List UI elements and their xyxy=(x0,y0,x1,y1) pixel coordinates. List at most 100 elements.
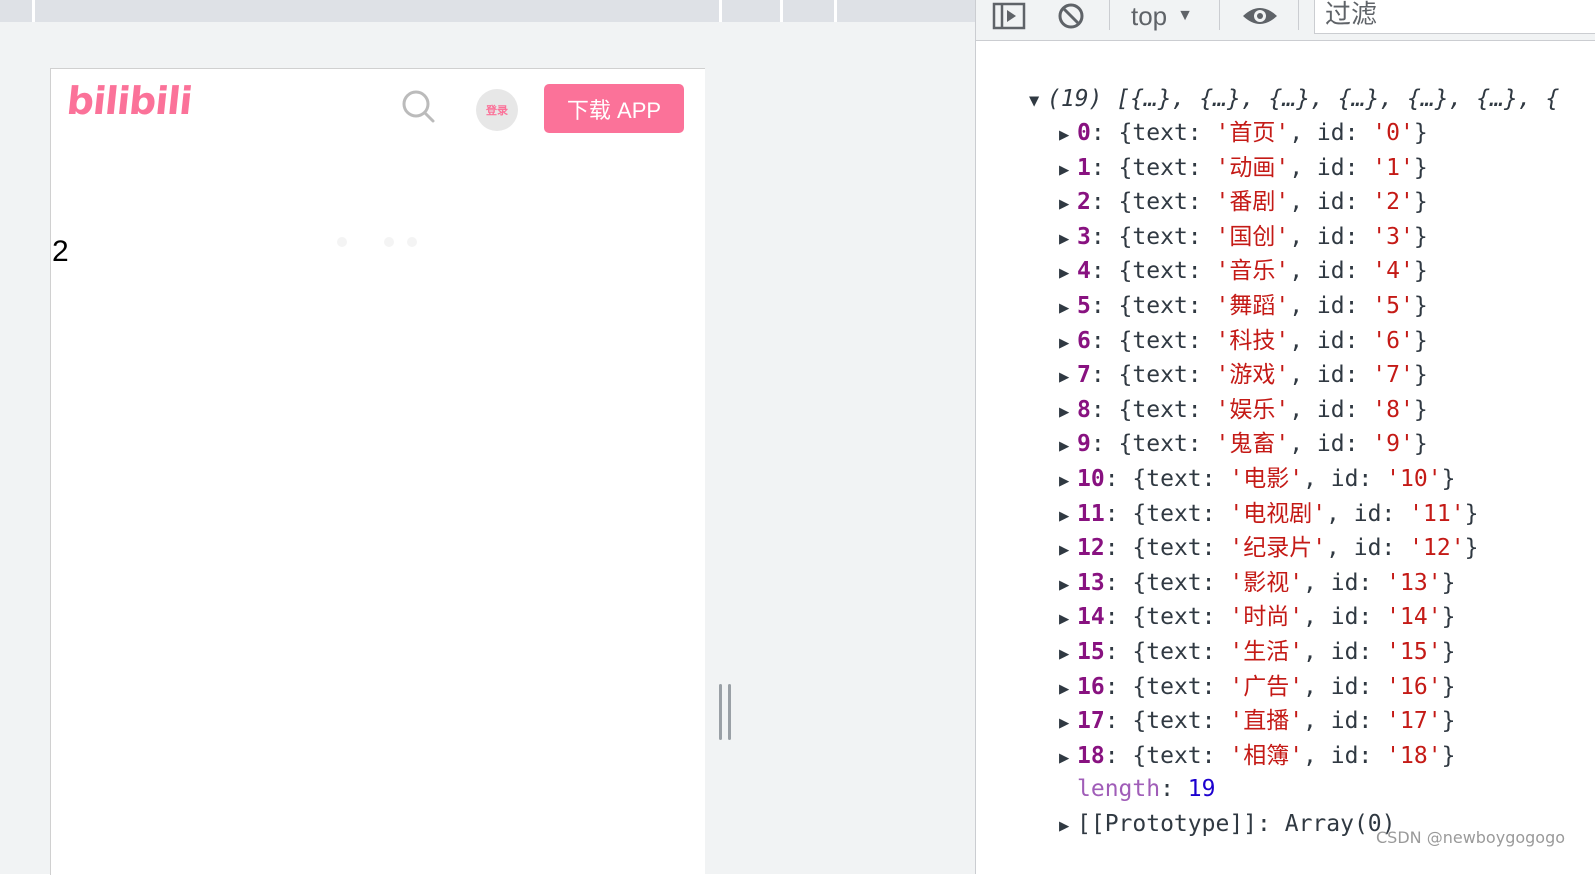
item-id: 10 xyxy=(1400,466,1428,492)
tab-strip xyxy=(0,0,975,22)
loading-dot xyxy=(337,237,347,247)
item-text: 舞蹈 xyxy=(1229,293,1276,319)
site-header: bilibili 登录 下载 APP xyxy=(51,69,705,149)
triangle-right-icon: ▶ xyxy=(1059,540,1070,561)
console-output: ▼ (19) [{…}, {…}, {…}, {…}, {…}, {…}, { ▶… xyxy=(976,40,1595,874)
triangle-right-icon: ▶ xyxy=(1059,678,1070,699)
triangle-right-icon: ▶ xyxy=(1059,263,1070,284)
tab-separator xyxy=(719,0,722,22)
triangle-right-icon: ▶ xyxy=(1059,194,1070,215)
item-text: 广告 xyxy=(1243,673,1290,700)
item-id: 11 xyxy=(1423,500,1451,527)
item-id: 9 xyxy=(1386,431,1401,458)
item-id: 14 xyxy=(1400,604,1428,631)
array-item-row[interactable]: ▶ 6: {text: '科技', id: '6'} xyxy=(1059,326,1428,358)
download-app-button[interactable]: 下载 APP xyxy=(544,84,684,133)
array-item-row[interactable]: ▶ 3: {text: '国创', id: '3'} xyxy=(1059,222,1428,254)
item-id: 2 xyxy=(1386,189,1401,216)
item-text: 鬼畜 xyxy=(1229,431,1276,458)
triangle-right-icon: ▶ xyxy=(1059,401,1070,422)
item-index: 1 xyxy=(1077,154,1091,181)
triangle-right-icon: ▶ xyxy=(1059,367,1070,388)
triangle-right-icon: ▶ xyxy=(1059,159,1070,180)
array-item-row[interactable]: ▶ 12: {text: '纪录片', id: '12'} xyxy=(1059,533,1478,565)
array-item-row[interactable]: ▶ 7: {text: '游戏', id: '7'} xyxy=(1059,360,1428,392)
item-text: 首页 xyxy=(1229,120,1276,146)
item-text: 科技 xyxy=(1229,327,1276,354)
array-item-row[interactable]: ▶ 11: {text: '电视剧', id: '11'} xyxy=(1059,499,1478,531)
item-id: 6 xyxy=(1386,327,1401,354)
array-item-row[interactable]: ▶ 2: {text: '番剧', id: '2'} xyxy=(1059,187,1428,219)
item-id: 4 xyxy=(1386,258,1401,285)
array-item-row[interactable]: ▶ 1: {text: '动画', id: '1'} xyxy=(1059,153,1428,185)
prototype-label: [[Prototype]] xyxy=(1077,811,1258,837)
item-id: 13 xyxy=(1400,569,1428,596)
clear-console-icon[interactable] xyxy=(1056,0,1086,32)
item-id: 1 xyxy=(1386,154,1401,181)
item-index: 13 xyxy=(1077,569,1105,596)
triangle-right-icon: ▶ xyxy=(1059,125,1070,145)
item-text: 音乐 xyxy=(1229,258,1276,285)
array-item-row[interactable]: ▶ 8: {text: '娱乐', id: '8'} xyxy=(1059,395,1428,427)
length-row: length: 19 xyxy=(1077,776,1216,802)
bilibili-logo[interactable]: bilibili xyxy=(65,79,194,123)
context-label: top xyxy=(1131,0,1168,31)
eye-icon[interactable] xyxy=(1241,0,1279,32)
context-selector[interactable]: top ▼ xyxy=(1131,0,1193,32)
array-item-row[interactable]: ▶ 18: {text: '相簿', id: '18'} xyxy=(1059,741,1455,773)
triangle-right-icon: ▶ xyxy=(1059,609,1070,630)
item-id: 3 xyxy=(1386,223,1401,250)
item-index: 3 xyxy=(1077,223,1091,250)
triangle-right-icon: ▶ xyxy=(1059,228,1070,249)
loading-dot xyxy=(407,237,417,247)
console-toolbar: top ▼ 过滤 xyxy=(976,0,1595,41)
login-button[interactable]: 登录 xyxy=(476,89,518,131)
filter-input[interactable]: 过滤 xyxy=(1314,0,1595,34)
tab-separator xyxy=(834,0,837,22)
item-text: 番剧 xyxy=(1229,189,1276,216)
triangle-down-icon: ▼ xyxy=(1029,91,1040,111)
prototype-row[interactable]: ▶ [[Prototype]]: Array(0) xyxy=(1059,809,1396,841)
item-index: 10 xyxy=(1077,466,1105,492)
item-text: 动画 xyxy=(1229,154,1276,181)
item-index: 17 xyxy=(1077,708,1105,735)
array-item-row[interactable]: ▶ 10: {text: '电影', id: '10'} xyxy=(1059,464,1455,496)
array-item-row[interactable]: ▶ 16: {text: '广告', id: '16'} xyxy=(1059,672,1455,704)
array-item-row[interactable]: ▶ 13: {text: '影视', id: '13'} xyxy=(1059,568,1455,600)
array-summary-row[interactable]: ▼ (19) [{…}, {…}, {…}, {…}, {…}, {…}, { xyxy=(1029,84,1559,116)
array-item-row[interactable]: ▶ 4: {text: '音乐', id: '4'} xyxy=(1059,256,1428,288)
item-text: 直播 xyxy=(1243,708,1290,735)
toolbar-divider xyxy=(1298,0,1299,30)
item-index: 5 xyxy=(1077,293,1091,319)
tab-separator xyxy=(780,0,783,22)
triangle-right-icon: ▶ xyxy=(1059,332,1070,353)
item-index: 2 xyxy=(1077,189,1091,216)
array-item-row[interactable]: ▶ 15: {text: '生活', id: '15'} xyxy=(1059,637,1455,669)
array-item-row[interactable]: ▶ 0: {text: '首页', id: '0'} xyxy=(1059,118,1428,150)
chevron-down-icon: ▼ xyxy=(1177,7,1193,24)
sidebar-toggle-icon[interactable] xyxy=(992,0,1026,32)
item-index: 0 xyxy=(1077,120,1091,146)
item-text: 影视 xyxy=(1243,569,1290,596)
triangle-right-icon: ▶ xyxy=(1059,747,1070,768)
triangle-right-icon: ▶ xyxy=(1059,644,1070,664)
page-preview-pane: bilibili 登录 下载 APP 2 xyxy=(0,0,975,875)
array-item-row[interactable]: ▶ 17: {text: '直播', id: '17'} xyxy=(1059,706,1455,738)
item-id: 12 xyxy=(1423,535,1451,562)
triangle-right-icon: ▶ xyxy=(1059,471,1070,491)
triangle-right-icon: ▶ xyxy=(1059,298,1070,318)
item-index: 4 xyxy=(1077,258,1091,285)
item-index: 6 xyxy=(1077,327,1091,354)
triangle-right-icon: ▶ xyxy=(1059,505,1070,526)
array-summary: (19) [{…}, {…}, {…}, {…}, {…}, {…}, { xyxy=(1047,86,1560,112)
resize-handle[interactable] xyxy=(719,684,733,740)
array-item-row[interactable]: ▶ 9: {text: '鬼畜', id: '9'} xyxy=(1059,429,1428,461)
item-text: 娱乐 xyxy=(1229,396,1276,423)
item-index: 8 xyxy=(1077,396,1091,423)
triangle-right-icon: ▶ xyxy=(1059,436,1070,457)
array-item-row[interactable]: ▶ 14: {text: '时尚', id: '14'} xyxy=(1059,602,1455,634)
mobile-viewport: bilibili 登录 下载 APP 2 xyxy=(50,68,705,875)
item-text: 纪录片 xyxy=(1243,535,1313,562)
search-icon[interactable] xyxy=(401,89,437,125)
array-item-row[interactable]: ▶ 5: {text: '舞蹈', id: '5'} xyxy=(1059,291,1428,323)
